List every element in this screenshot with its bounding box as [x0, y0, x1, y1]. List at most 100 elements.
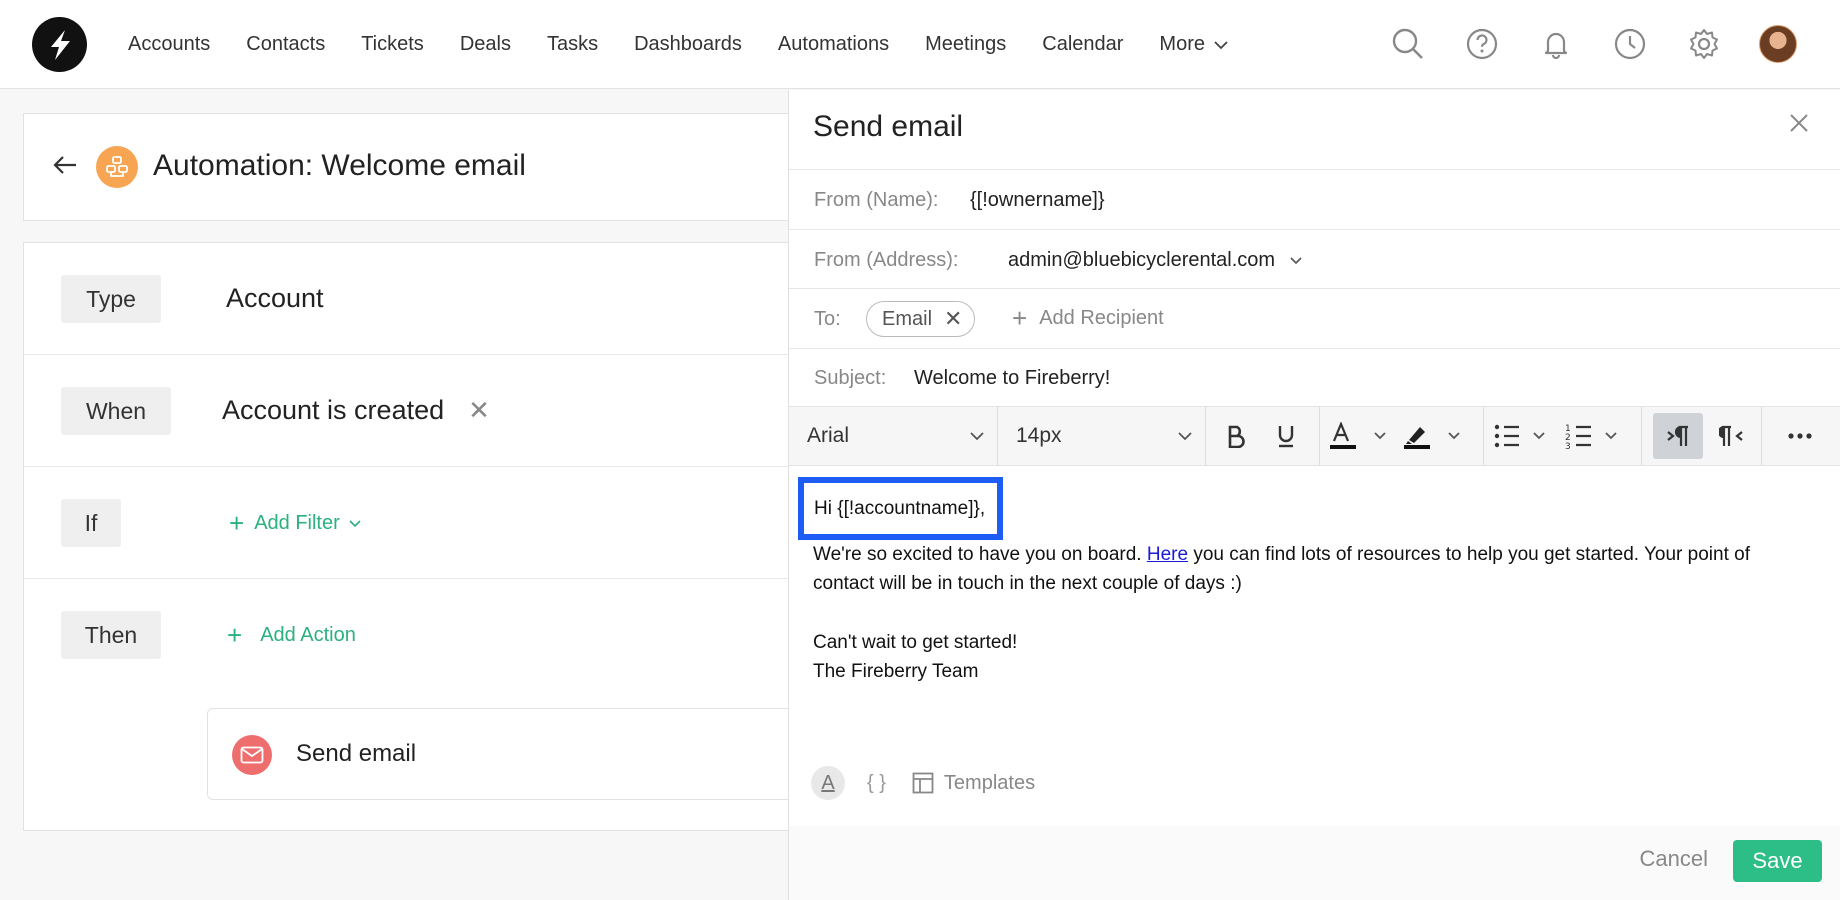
- chevron-down-icon: [349, 519, 361, 527]
- font-family-value: Arial: [807, 424, 850, 447]
- add-action-button[interactable]: + Add Action: [227, 622, 356, 648]
- logo-icon: [50, 29, 70, 60]
- nav-meetings[interactable]: Meetings: [925, 33, 1006, 56]
- back-arrow-icon[interactable]: [52, 154, 78, 181]
- nav-more-label: More: [1159, 33, 1205, 55]
- email-icon: [232, 735, 272, 775]
- add-action-label: Add Action: [260, 623, 356, 646]
- close-icon[interactable]: [1788, 112, 1810, 139]
- nav-deals[interactable]: Deals: [460, 33, 511, 56]
- remove-recipient-icon[interactable]: ✕: [944, 306, 962, 332]
- automation-title: Automation: Welcome email: [153, 149, 526, 182]
- highlight-color-icon[interactable]: [1399, 413, 1469, 459]
- toolbar-separator: [1761, 407, 1762, 465]
- plus-icon: +: [229, 508, 245, 538]
- more-options-icon[interactable]: [1775, 413, 1825, 459]
- rule-type-value[interactable]: Account: [226, 283, 324, 314]
- automation-header: Automation: Welcome email: [23, 113, 803, 221]
- to-row: To: Email ✕ + Add Recipient: [789, 288, 1840, 348]
- automation-icon: [96, 146, 138, 188]
- top-icons: [1356, 22, 1800, 66]
- text-color-icon[interactable]: [1325, 413, 1395, 459]
- plus-icon: +: [227, 620, 243, 650]
- rule-when-label: When: [61, 387, 171, 435]
- format-text-icon[interactable]: A: [811, 766, 845, 800]
- rule-then-label: Then: [61, 611, 161, 659]
- greeting-highlight[interactable]: Hi {[!accountname]},: [798, 477, 1004, 540]
- bullet-list-icon[interactable]: [1491, 413, 1557, 459]
- action-label: Send email: [296, 740, 417, 767]
- editor-footer-tools: A { } Templates: [811, 766, 1035, 800]
- underline-icon[interactable]: [1263, 413, 1309, 459]
- body-line-signoff: Can't wait to get started!: [813, 632, 1018, 653]
- fireberry-logo[interactable]: [32, 17, 87, 72]
- main-nav: Accounts Contacts Tickets Deals Tasks Da…: [128, 0, 1265, 89]
- save-button[interactable]: Save: [1733, 840, 1822, 882]
- nav-automations[interactable]: Automations: [778, 33, 889, 56]
- add-recipient-button[interactable]: + Add Recipient: [1012, 303, 1164, 334]
- from-address-value: admin@bluebicyclerental.com: [1008, 249, 1276, 271]
- bold-icon[interactable]: [1213, 413, 1259, 459]
- rule-if: If + Add Filter: [24, 467, 804, 579]
- greeting-text: Hi {[!accountname]},: [814, 497, 986, 519]
- add-filter-label: Add Filter: [254, 511, 340, 534]
- search-icon[interactable]: [1386, 22, 1430, 66]
- body-paragraph-2: Can't wait to get started! The Fireberry…: [813, 628, 1813, 686]
- automation-rules: Type Account When Account is created ✕ I…: [23, 242, 827, 831]
- user-avatar[interactable]: [1756, 22, 1800, 66]
- clock-icon[interactable]: [1608, 22, 1652, 66]
- placeholder-braces-icon[interactable]: { }: [867, 772, 886, 795]
- bell-icon[interactable]: [1534, 22, 1578, 66]
- send-email-panel: Send email From (Name): {[!ownername]} F…: [788, 90, 1840, 900]
- body-paragraph-1: We're so excited to have you on board. H…: [813, 540, 1813, 598]
- action-send-email[interactable]: Send email: [207, 708, 827, 800]
- panel-title: Send email: [813, 110, 964, 143]
- rule-when: When Account is created ✕: [24, 355, 804, 467]
- from-address-row: From (Address): admin@bluebicyclerental.…: [789, 229, 1840, 288]
- help-icon[interactable]: [1460, 22, 1504, 66]
- font-size-select[interactable]: 14px: [998, 407, 1206, 465]
- recipient-chip[interactable]: Email ✕: [866, 301, 976, 337]
- gear-icon[interactable]: [1682, 22, 1726, 66]
- toolbar-separator: [1483, 407, 1484, 465]
- subject-field[interactable]: Welcome to Fireberry!: [914, 367, 1110, 390]
- from-name-row: From (Name): {[!ownername]}: [789, 169, 1840, 229]
- nav-contacts[interactable]: Contacts: [246, 33, 325, 56]
- rtl-direction-icon[interactable]: [1707, 413, 1757, 459]
- font-size-value: 14px: [1016, 424, 1062, 447]
- nav-dashboards[interactable]: Dashboards: [634, 33, 742, 56]
- chevron-down-icon: [970, 432, 984, 441]
- body-line-signature: The Fireberry Team: [813, 661, 979, 682]
- rule-if-label: If: [61, 499, 121, 547]
- avatar-image: [1759, 25, 1797, 63]
- plus-icon: +: [1012, 303, 1028, 333]
- subject-row: Subject: Welcome to Fireberry!: [789, 348, 1840, 406]
- rule-when-text[interactable]: Account is created: [222, 395, 444, 426]
- nav-tickets[interactable]: Tickets: [361, 33, 424, 56]
- numbered-list-icon[interactable]: 123: [1563, 413, 1629, 459]
- remove-trigger-icon[interactable]: ✕: [468, 395, 490, 426]
- panel-footer: Cancel Save: [789, 826, 1840, 900]
- chevron-down-icon: [1290, 257, 1302, 265]
- nav-more[interactable]: More: [1159, 33, 1229, 56]
- rule-then: Then + Add Action: [24, 579, 804, 691]
- add-filter-button[interactable]: + Add Filter: [229, 510, 362, 536]
- nav-tasks[interactable]: Tasks: [547, 33, 598, 56]
- recipient-chip-label: Email: [882, 307, 933, 330]
- templates-button[interactable]: Templates: [912, 772, 1035, 795]
- ltr-direction-icon[interactable]: [1653, 413, 1703, 459]
- from-address-select[interactable]: admin@bluebicyclerental.com: [1008, 249, 1303, 272]
- add-recipient-label: Add Recipient: [1039, 307, 1164, 329]
- nav-accounts[interactable]: Accounts: [128, 33, 210, 56]
- from-name-field[interactable]: {[!ownername]}: [970, 189, 1105, 212]
- font-family-select[interactable]: Arial: [789, 407, 998, 465]
- nav-calendar[interactable]: Calendar: [1042, 33, 1123, 56]
- resources-link[interactable]: Here: [1147, 544, 1188, 565]
- email-body-editor[interactable]: Hi {[!accountname]}, We're so excited to…: [789, 466, 1840, 816]
- rule-type-label: Type: [61, 275, 161, 323]
- to-label: To:: [814, 308, 841, 330]
- svg-text:3: 3: [1565, 442, 1571, 450]
- cancel-button[interactable]: Cancel: [1640, 846, 1708, 872]
- chevron-down-icon: [1214, 40, 1228, 49]
- templates-label: Templates: [943, 771, 1036, 794]
